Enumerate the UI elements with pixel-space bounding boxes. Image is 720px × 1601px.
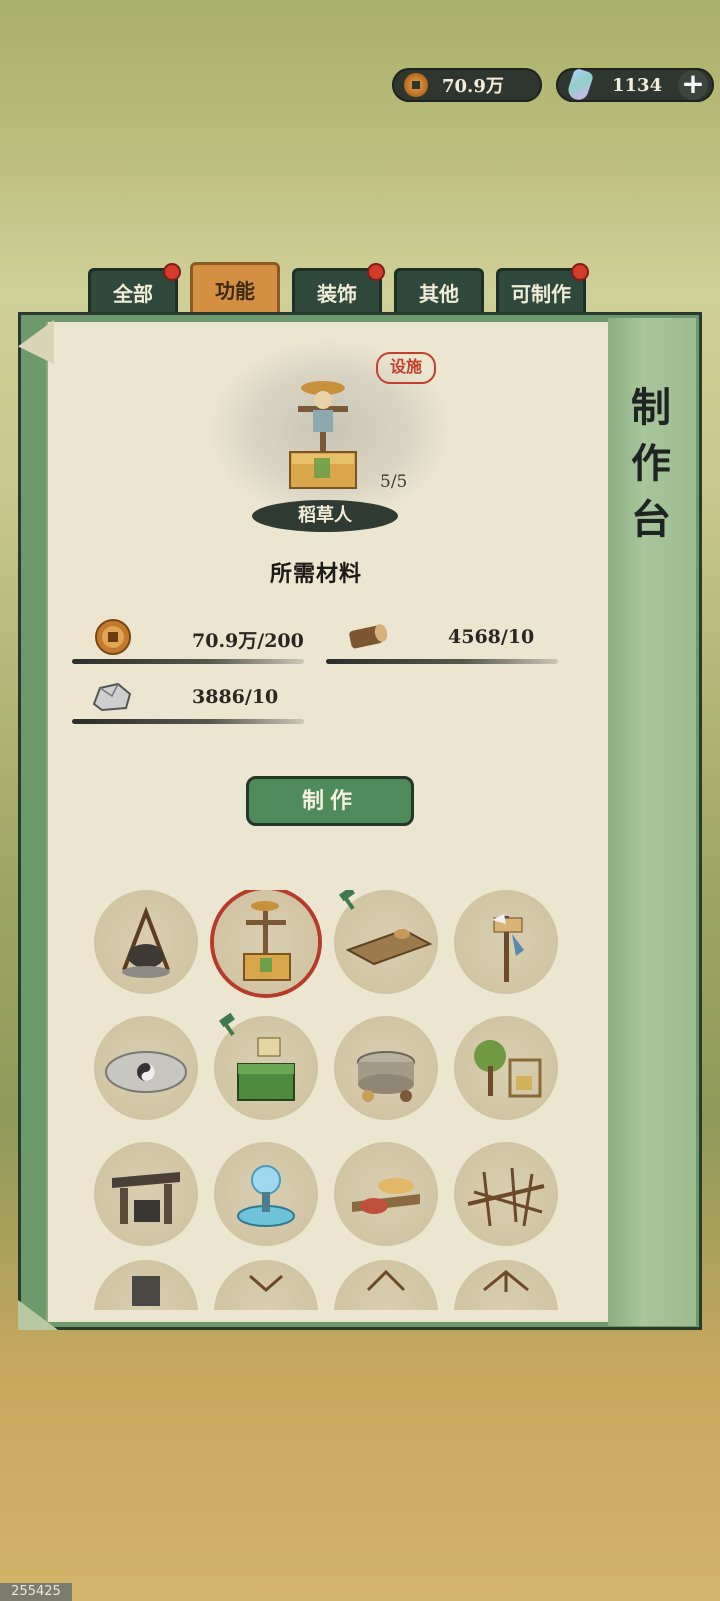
item-slot[interactable] (214, 1142, 318, 1246)
copper-coin-icon (404, 73, 428, 97)
item-slot[interactable] (454, 1016, 558, 1120)
tab-craftable[interactable]: 可制作 (496, 263, 589, 314)
tent-frame-icon (366, 1269, 406, 1292)
rack-icon (483, 1270, 529, 1292)
loom-icon (467, 1167, 545, 1227)
coin-balance: 70.9万 (392, 68, 542, 102)
item-name: 稻草人 (252, 500, 398, 532)
notification-dot (163, 263, 181, 281)
item-slot[interactable] (454, 1142, 558, 1246)
material-row: 70.9万/200 (72, 618, 304, 664)
scarecrow-icon (289, 381, 357, 489)
item-slot[interactable] (334, 1142, 438, 1246)
signpost-icon (492, 914, 524, 982)
cooking-pot-icon (122, 906, 170, 978)
item-slot[interactable] (94, 1016, 198, 1120)
item-slot[interactable] (454, 890, 558, 994)
add-gems-button[interactable]: + (678, 70, 708, 100)
item-slot[interactable] (454, 1260, 558, 1310)
bagua-mat-icon (105, 1051, 187, 1093)
fruit-tree-icon (474, 1040, 542, 1098)
item-slot[interactable] (334, 1260, 438, 1310)
tab-function[interactable]: 功能 (190, 262, 280, 314)
material-row: 4568/10 (326, 618, 558, 664)
divider (326, 659, 558, 664)
coin-amount: 70.9万 (442, 76, 504, 97)
divider (72, 719, 304, 724)
material-amount: 3886/10 (192, 686, 279, 708)
item-slot[interactable] (334, 1016, 438, 1120)
craft-button[interactable]: 制作 (246, 776, 414, 826)
forge-icon (112, 1172, 180, 1224)
gem-amount: 1134 (612, 74, 663, 96)
build-id: 255425 (0, 1583, 72, 1601)
item-slot[interactable] (214, 890, 318, 994)
item-slot[interactable] (94, 1142, 198, 1246)
millstone-icon (357, 1051, 415, 1102)
gem-icon (565, 67, 595, 103)
item-grid (92, 890, 572, 1310)
category-tabs: 全部 功能 装饰 其他 可制作 (88, 262, 589, 314)
hammer-icon (218, 1012, 236, 1036)
wood-log-icon (349, 624, 388, 649)
material-amount: 4568/10 (448, 626, 535, 648)
materials-title: 所需材料 (270, 561, 363, 587)
tab-other[interactable]: 其他 (394, 268, 484, 314)
panel-title: 制作台 (631, 384, 671, 543)
crystal-orb-icon (237, 1165, 295, 1227)
stone-icon (92, 682, 132, 712)
hammer-icon (338, 890, 356, 910)
gem-balance: 1134 + (556, 67, 714, 103)
item-slot[interactable] (214, 1260, 318, 1310)
material-amount: 70.9万/200 (192, 630, 304, 652)
owned-count: 5/5 (380, 472, 408, 492)
notification-dot (571, 263, 589, 281)
category-stamp: 设施 (376, 352, 436, 384)
tab-decoration[interactable]: 装饰 (292, 263, 385, 314)
copper-coin-icon (95, 619, 131, 655)
notification-dot (367, 263, 385, 281)
bucket-icon (132, 1276, 160, 1306)
material-row: 3886/10 (72, 678, 304, 724)
scarecrow-icon (243, 901, 291, 981)
divider (72, 659, 304, 664)
item-slot[interactable] (94, 890, 198, 994)
wooden-frame-icon (249, 1274, 283, 1292)
item-slot[interactable] (94, 1260, 198, 1310)
fish-table-icon (352, 1178, 420, 1214)
tab-all[interactable]: 全部 (88, 263, 181, 314)
